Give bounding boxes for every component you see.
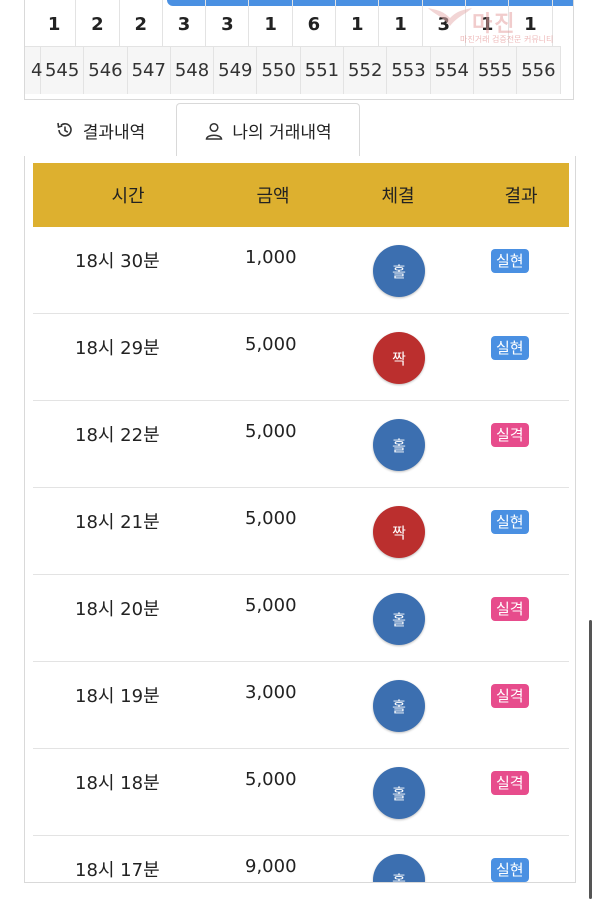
- header-time: 시간: [111, 186, 145, 207]
- count-cell: 1: [33, 0, 77, 46]
- odd-ball: 홀: [373, 680, 425, 732]
- round-cell: 549: [214, 46, 258, 94]
- table-row: 18시 22분 5,000 홀 실격: [33, 401, 569, 488]
- odd-ball: 홀: [373, 245, 425, 297]
- watermark-logo: 마진 마진거래 검증전문 커뮤니티: [428, 4, 598, 48]
- table-row: 18시 17분 9,000 홀 실현: [33, 836, 569, 882]
- odd-ball: 홀: [373, 593, 425, 645]
- header-result: 결과: [504, 186, 538, 207]
- user-icon: [206, 122, 223, 140]
- count-cell: 6: [293, 0, 337, 46]
- table-row: 18시 21분 5,000 짝 실현: [33, 488, 569, 575]
- trade-time: 18시 17분: [75, 860, 160, 881]
- trade-amount: 9,000: [245, 856, 297, 877]
- table-row: 18시 20분 5,000 홀 실격: [33, 575, 569, 662]
- odd-ball: 홀: [373, 767, 425, 819]
- trade-amount: 1,000: [245, 247, 297, 268]
- even-ball: 짝: [373, 332, 425, 384]
- odd-ball: 홀: [373, 419, 425, 471]
- trade-table: 시간 금액 체결 결과 18시 30분 1,000 홀 실현 18시 29분 5,000 짝…: [24, 156, 576, 883]
- round-cell: 548: [170, 46, 215, 94]
- trade-time: 18시 29분: [75, 338, 160, 359]
- trade-time: 18시 20분: [75, 599, 160, 620]
- table-row: 18시 18분 5,000 홀 실격: [33, 749, 569, 836]
- trade-time: 18시 19분: [75, 686, 160, 707]
- result-badge: 실현: [491, 858, 529, 882]
- table-header: 시간 금액 체결 결과: [33, 163, 569, 227]
- result-badge: 실현: [491, 336, 529, 360]
- count-cell: 1: [379, 0, 423, 46]
- odd-ball: 홀: [373, 854, 425, 882]
- even-ball: 짝: [373, 506, 425, 558]
- wings-icon: [428, 8, 472, 26]
- result-badge: 실격: [491, 423, 529, 447]
- trade-time: 18시 22분: [75, 425, 160, 446]
- round-cell: 550: [257, 46, 301, 94]
- trade-amount: 5,000: [245, 769, 297, 790]
- trade-time: 18시 18분: [75, 773, 160, 794]
- trade-amount: 5,000: [245, 595, 297, 616]
- round-cell-partial: 4: [25, 46, 42, 94]
- history-icon: [56, 122, 72, 137]
- result-badge: 실격: [491, 684, 529, 708]
- tab-my-trades[interactable]: 나의 거래내역: [176, 103, 360, 158]
- header-pick: 체결: [381, 186, 415, 207]
- count-cell: 3: [206, 0, 250, 46]
- tab-results-label: 결과내역: [82, 122, 146, 143]
- scrollbar[interactable]: [589, 620, 592, 899]
- round-cell: 553: [387, 46, 431, 94]
- round-row: 4 545 546 547 548 549 550 551 552 553 554 555 556: [25, 46, 561, 94]
- round-cell: 556: [517, 46, 561, 94]
- round-cell: 545: [41, 46, 85, 94]
- count-cell: 2: [120, 0, 163, 46]
- tab-my-trades-label: 나의 거래내역: [232, 123, 332, 143]
- round-cell: 554: [430, 46, 474, 94]
- round-cell: 555: [473, 46, 518, 94]
- result-badge: 실격: [491, 771, 529, 795]
- count-cell: 2: [76, 0, 120, 46]
- header-amount: 금액: [256, 186, 290, 207]
- count-cell: 1: [336, 0, 380, 46]
- result-badge: 실현: [491, 510, 529, 534]
- round-cell: 552: [344, 46, 388, 94]
- tab-results[interactable]: 결과내역: [24, 103, 176, 157]
- table-row: 18시 29분 5,000 짝 실현: [33, 314, 569, 401]
- trade-amount: 5,000: [245, 334, 297, 355]
- count-cell: 1: [249, 0, 293, 46]
- trade-amount: 3,000: [245, 682, 297, 703]
- round-cell: 551: [300, 46, 345, 94]
- trade-amount: 5,000: [245, 421, 297, 442]
- watermark-subtitle: 마진거래 검증전문 커뮤니티: [460, 35, 554, 44]
- tab-bar: 결과내역 나의 거래내역: [24, 103, 576, 158]
- round-cell: 547: [127, 46, 171, 94]
- count-cell: 3: [163, 0, 207, 46]
- table-row: 18시 19분 3,000 홀 실격: [33, 662, 569, 749]
- result-badge: 실현: [491, 249, 529, 273]
- trade-time: 18시 30분: [75, 251, 160, 272]
- trade-amount: 5,000: [245, 508, 297, 529]
- result-badge: 실격: [491, 597, 529, 621]
- round-cell: 546: [84, 46, 128, 94]
- trade-time: 18시 21분: [75, 512, 160, 533]
- table-row: 18시 30분 1,000 홀 실현: [33, 227, 569, 314]
